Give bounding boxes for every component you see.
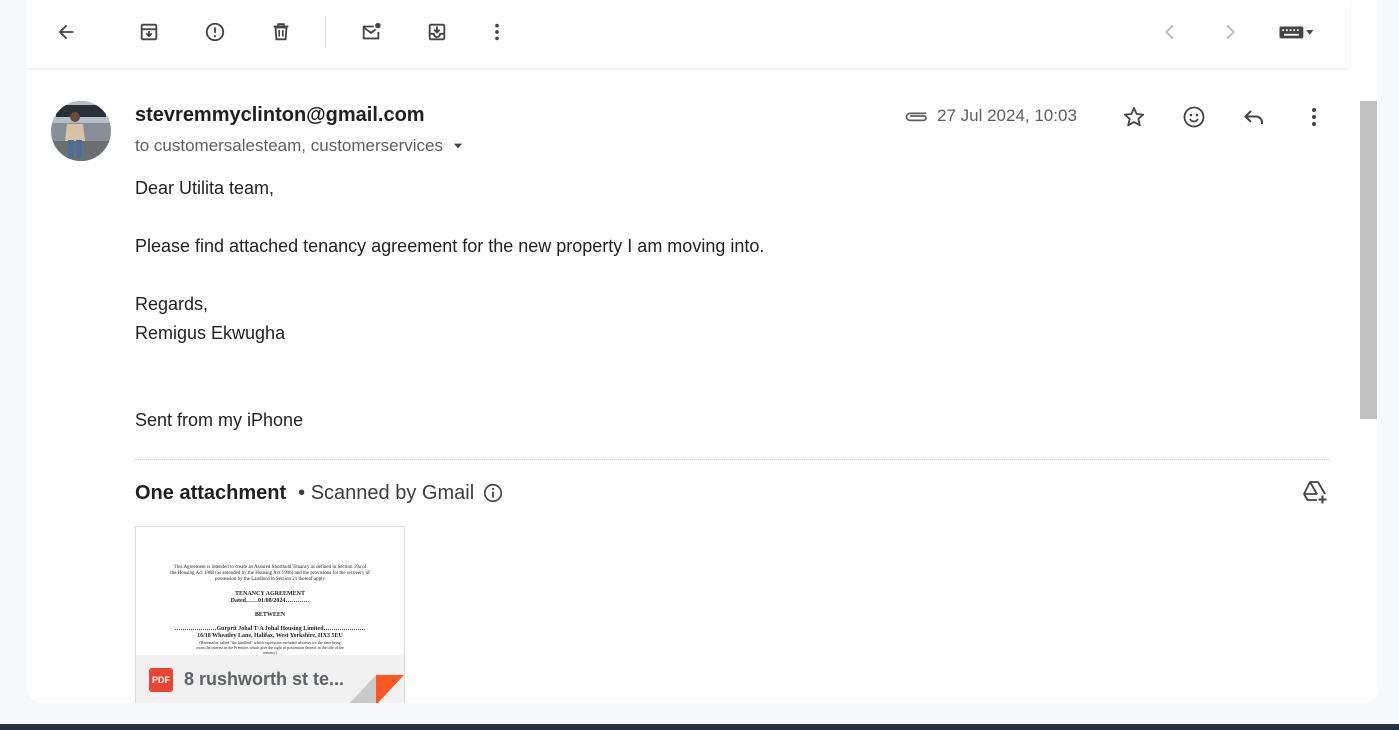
star-button[interactable] [1117, 100, 1151, 134]
delete-button[interactable] [265, 16, 297, 48]
older-button[interactable] [1214, 16, 1246, 48]
body-signature: Sent from my iPhone [135, 410, 304, 430]
arrow-left-icon [58, 24, 74, 40]
back-button[interactable] [50, 16, 82, 48]
preview-title: TENANCY AGREEMENT [235, 591, 305, 597]
caret-down-icon[interactable] [451, 139, 465, 153]
body-signoff: Regards, [135, 294, 209, 314]
move-to-inbox-icon [428, 23, 446, 41]
add-reaction-button[interactable] [1177, 100, 1211, 134]
recipients-line: to customersalesteam, customerservices [135, 136, 465, 156]
chevron-right-icon [1226, 24, 1235, 40]
email-meta: 27 Jul 2024, 10:03 [903, 104, 1077, 128]
attachment-count: One attachment [135, 481, 287, 504]
attachment-card[interactable]: This Agreement is intended to create an … [135, 526, 405, 703]
mark-unread-icon [362, 22, 381, 40]
attachments-header: One attachment • Scanned by Gmail [135, 480, 504, 506]
chevron-left-icon [1165, 24, 1174, 40]
recipients-text: to customersalesteam, customerservices [135, 136, 443, 155]
attachment-icon [905, 112, 927, 122]
emoji-icon [1183, 106, 1205, 128]
sender-avatar[interactable] [51, 101, 111, 161]
preview-dated: Dated……01/08/2024………… [230, 598, 310, 604]
page-fold-icon [349, 675, 404, 703]
reply-icon [1244, 110, 1263, 124]
attachment-footer: PDF 8 rushworth st te... [136, 655, 404, 703]
trash-icon [273, 23, 289, 41]
attachments-divider [135, 459, 1329, 460]
more-vert-icon [1312, 108, 1316, 126]
scanned-label: • Scanned by Gmail [298, 481, 475, 504]
email-view: ...., ... stevremmyclinton@gmail.com to … [27, 0, 1378, 703]
body-greeting: Dear Utilita team, [135, 178, 275, 198]
email-toolbar [27, 0, 1350, 68]
archive-icon [140, 23, 158, 41]
report-spam-button[interactable] [199, 16, 231, 48]
newer-button[interactable] [1154, 16, 1186, 48]
toolbar-divider [325, 16, 326, 48]
preview-small-print: (Hereinafter called "the landlord" which… [196, 640, 344, 655]
more-vert-icon [495, 23, 499, 41]
preview-between: BETWEEN [254, 612, 286, 618]
preview-party: …………………Gurprit Johal T/A Johal Housing L… [174, 626, 366, 632]
email-date: 27 Jul 2024, 10:03 [937, 106, 1077, 125]
scrollbar-thumb[interactable] [1360, 101, 1377, 419]
preview-address: 16/18 Wheatley Lane, Halifax, West Yorks… [197, 633, 343, 639]
pdf-icon: PDF [149, 668, 173, 692]
preview-intro: This Agreement is intended to create an … [170, 565, 370, 582]
sender-email[interactable]: stevremmyclinton@gmail.com [135, 104, 425, 127]
body-name: Remigus Ekwugha [135, 323, 286, 343]
attachment-filename: 8 rushworth st te... [184, 669, 345, 689]
keyboard-icon [1279, 26, 1314, 39]
report-spam-icon [205, 22, 225, 42]
move-to-button[interactable] [421, 16, 453, 48]
message-more-button[interactable] [1297, 100, 1331, 134]
archive-button[interactable] [133, 16, 165, 48]
avatar-photo [51, 101, 111, 161]
email-body: Dear Utilita team, Please find attached … [135, 174, 764, 435]
add-all-to-drive-button[interactable] [1299, 476, 1331, 508]
reply-button[interactable] [1237, 100, 1271, 134]
mark-unread-button[interactable] [355, 16, 387, 48]
body-paragraph: Please find attached tenancy agreement f… [135, 236, 765, 256]
input-tools-button[interactable] [1269, 16, 1323, 48]
more-options-button[interactable] [481, 16, 513, 48]
add-to-drive-icon [1303, 481, 1328, 505]
star-icon [1123, 107, 1145, 127]
info-icon[interactable] [482, 482, 504, 504]
taskbar-edge [0, 724, 1399, 730]
attachment-preview: This Agreement is intended to create an … [136, 527, 404, 655]
